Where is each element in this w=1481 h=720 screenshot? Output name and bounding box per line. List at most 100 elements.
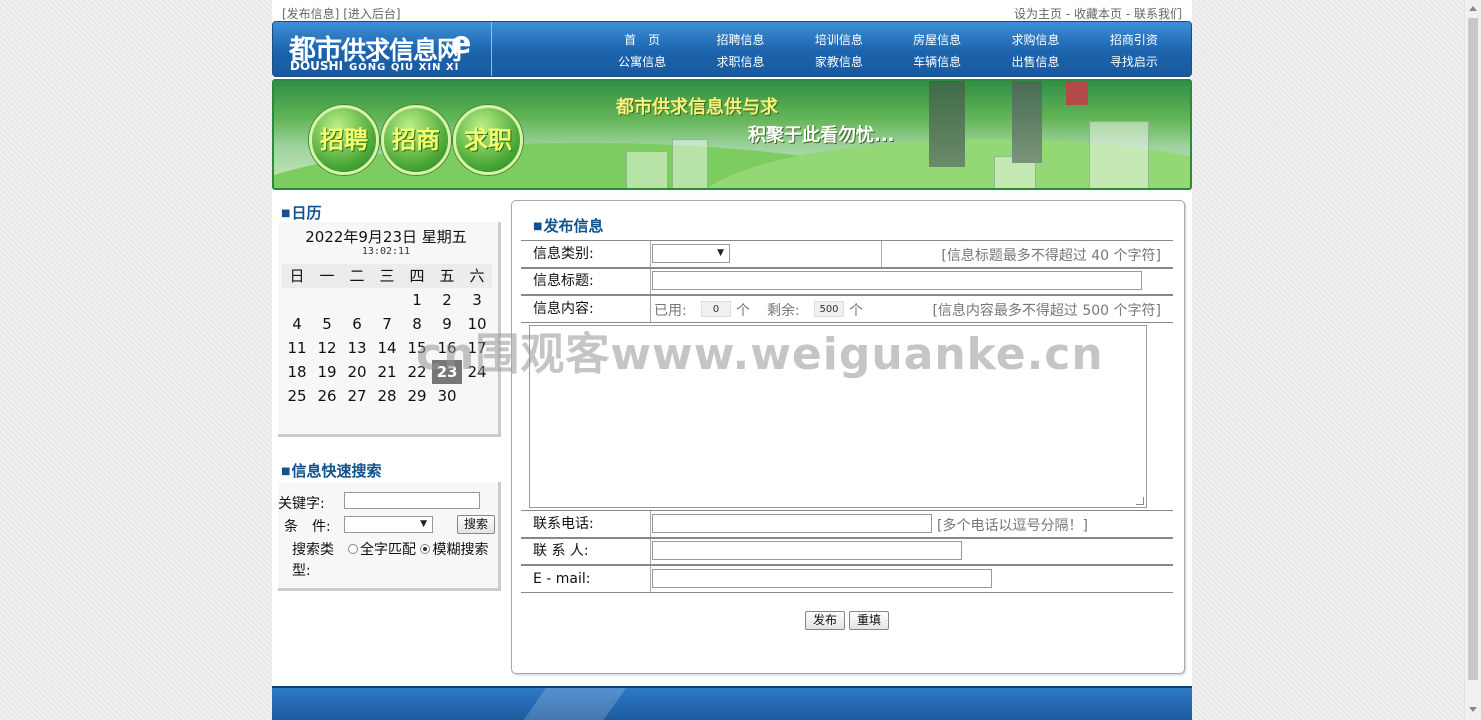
nav-item[interactable]: 公寓信息 bbox=[593, 53, 691, 70]
form-heading: ■发布信息 bbox=[533, 215, 603, 236]
row-email: E - mail: bbox=[521, 565, 1173, 593]
phone-input[interactable] bbox=[652, 514, 932, 533]
calendar-day[interactable]: 1 bbox=[402, 288, 432, 312]
calendar-day[interactable]: 6 bbox=[342, 312, 372, 336]
radio-exact-label: 全字匹配 bbox=[360, 542, 416, 558]
calendar-day[interactable]: 12 bbox=[312, 336, 342, 360]
calendar-weekday: 四 bbox=[402, 264, 432, 288]
admin-link[interactable]: [进入后台] bbox=[343, 7, 400, 21]
bubble-qiuzhi[interactable]: 求职 bbox=[453, 105, 523, 175]
radio-fuzzy[interactable]: 模糊搜索 bbox=[420, 542, 488, 558]
used-count: 0 bbox=[701, 301, 731, 317]
row-title: 信息标题: bbox=[521, 268, 1173, 295]
banner-building bbox=[626, 151, 668, 188]
calendar-day[interactable]: 27 bbox=[342, 384, 372, 408]
banner-building bbox=[1089, 121, 1149, 188]
nav-item[interactable]: 寻找启示 bbox=[1085, 53, 1183, 70]
calendar-day[interactable]: 20 bbox=[342, 360, 372, 384]
calendar-day[interactable]: 7 bbox=[372, 312, 402, 336]
radio-exact[interactable]: 全字匹配 bbox=[348, 542, 416, 558]
calendar-day[interactable]: 2 bbox=[432, 288, 462, 312]
calendar-day[interactable]: 28 bbox=[372, 384, 402, 408]
site-logo[interactable]: 都市供求信息网 e DOUSHI GONG QIU XIN XI bbox=[273, 22, 492, 76]
search-type-label: 搜索类型: bbox=[292, 542, 334, 579]
row-phone: 联系电话: [多个电话以逗号分隔！] bbox=[521, 510, 1173, 538]
nav-item[interactable]: 招聘信息 bbox=[691, 31, 789, 48]
quick-search-panel: 关键字: 条 件: ▼ 搜索 搜索类型: 全字匹配 模糊搜索 bbox=[278, 482, 501, 591]
site-footer bbox=[272, 686, 1192, 720]
email-input[interactable] bbox=[652, 569, 992, 588]
used-unit: 个 bbox=[736, 303, 750, 319]
dropdown-arrow-icon: ▼ bbox=[717, 248, 724, 258]
row-contact: 联 系 人: bbox=[521, 538, 1173, 565]
publish-link[interactable]: [发布信息] bbox=[282, 7, 339, 21]
remaining-unit: 个 bbox=[849, 303, 863, 319]
calendar-day bbox=[312, 288, 342, 312]
calendar-day[interactable]: 18 bbox=[282, 360, 312, 384]
calendar-day[interactable]: 30 bbox=[432, 384, 462, 408]
calendar-day[interactable]: 26 bbox=[312, 384, 342, 408]
scroll-up-arrow-icon[interactable] bbox=[1469, 6, 1477, 11]
page-scrollbar[interactable] bbox=[1464, 0, 1481, 718]
submit-button[interactable]: 发布 bbox=[805, 611, 845, 630]
calendar-day[interactable]: 29 bbox=[402, 384, 432, 408]
nav-item[interactable]: 车辆信息 bbox=[888, 53, 986, 70]
category-label: 信息类别: bbox=[521, 241, 651, 267]
contact-label: 联 系 人: bbox=[521, 539, 651, 564]
site-header: 都市供求信息网 e DOUSHI GONG QIU XIN XI 首 页招聘信息培… bbox=[272, 21, 1192, 77]
main-nav: 首 页招聘信息 培训信息 房屋信息 求购信息 招商引资公寓信息 求职信息 家教信息 车辆信息出… bbox=[593, 31, 1183, 70]
nav-item[interactable]: 房屋信息 bbox=[888, 31, 986, 48]
scrollbar-thumb[interactable] bbox=[1468, 18, 1478, 680]
calendar-day[interactable]: 19 bbox=[312, 360, 342, 384]
search-button[interactable]: 搜索 bbox=[457, 515, 495, 534]
bubble-zhaoshang[interactable]: 招商 bbox=[381, 105, 451, 175]
hero-banner: 招聘 招商 求职 都市供求信息供与求 积聚于此看勿忧... bbox=[272, 79, 1192, 190]
calendar-day[interactable]: 3 bbox=[462, 288, 492, 312]
square-bullet-icon: ■ bbox=[281, 208, 291, 219]
keyword-input[interactable] bbox=[344, 492, 480, 509]
calendar-day[interactable]: 4 bbox=[282, 312, 312, 336]
square-bullet-icon: ■ bbox=[533, 221, 543, 232]
content-hint: [信息内容最多不得超过 500 个字符] bbox=[932, 303, 1161, 319]
nav-item[interactable]: 招商引资 bbox=[1085, 31, 1183, 48]
calendar-day[interactable]: 11 bbox=[282, 336, 312, 360]
banner-person bbox=[1012, 81, 1042, 163]
bookmark-link[interactable]: 收藏本页 bbox=[1074, 7, 1122, 21]
calendar-day[interactable]: 25 bbox=[282, 384, 312, 408]
nav-item[interactable]: 首 页 bbox=[593, 31, 691, 48]
used-label: 已用: bbox=[654, 303, 687, 319]
scroll-down-arrow-icon[interactable] bbox=[1469, 707, 1477, 712]
calendar-day[interactable]: 21 bbox=[372, 360, 402, 384]
nav-item[interactable]: 求职信息 bbox=[691, 53, 789, 70]
contact-link[interactable]: 联系我们 bbox=[1134, 7, 1182, 21]
separator: - bbox=[1062, 7, 1074, 21]
calendar-date: 2022年9月23日 星期五 bbox=[305, 228, 467, 246]
category-select[interactable]: ▼ bbox=[652, 244, 730, 263]
set-home-link[interactable]: 设为主页 bbox=[1014, 7, 1062, 21]
category-hint: [信息标题最多不得超过 40 个字符] bbox=[941, 248, 1161, 264]
calendar-day bbox=[462, 384, 492, 408]
contact-input[interactable] bbox=[652, 541, 962, 560]
top-links-left: [发布信息] [进入后台] bbox=[282, 5, 401, 22]
nav-item[interactable]: 求购信息 bbox=[986, 31, 1084, 48]
calendar-day[interactable]: 5 bbox=[312, 312, 342, 336]
banner-slogan: 积聚于此看勿忧... bbox=[748, 125, 895, 146]
calendar-weekday: 五 bbox=[432, 264, 462, 288]
condition-select[interactable]: ▼ bbox=[344, 516, 433, 533]
search-heading: ■信息快速搜索 bbox=[281, 460, 381, 481]
calendar-weekday: 三 bbox=[372, 264, 402, 288]
bubble-zhaopin[interactable]: 招聘 bbox=[309, 105, 379, 175]
nav-item[interactable]: 家教信息 bbox=[790, 53, 888, 70]
title-input[interactable] bbox=[652, 271, 1142, 290]
reset-button[interactable]: 重填 bbox=[849, 611, 889, 630]
radio-icon bbox=[348, 544, 358, 554]
nav-item[interactable]: 培训信息 bbox=[790, 31, 888, 48]
title-label: 信息标题: bbox=[521, 269, 651, 294]
logo-subtitle: DOUSHI GONG QIU XIN XI bbox=[290, 59, 459, 73]
calendar-weekday: 一 bbox=[312, 264, 342, 288]
calendar-time: 13:02:11 bbox=[361, 246, 411, 257]
nav-item[interactable]: 出售信息 bbox=[986, 53, 1084, 70]
calendar-day[interactable]: 14 bbox=[372, 336, 402, 360]
square-bullet-icon: ■ bbox=[281, 466, 291, 477]
calendar-day[interactable]: 13 bbox=[342, 336, 372, 360]
